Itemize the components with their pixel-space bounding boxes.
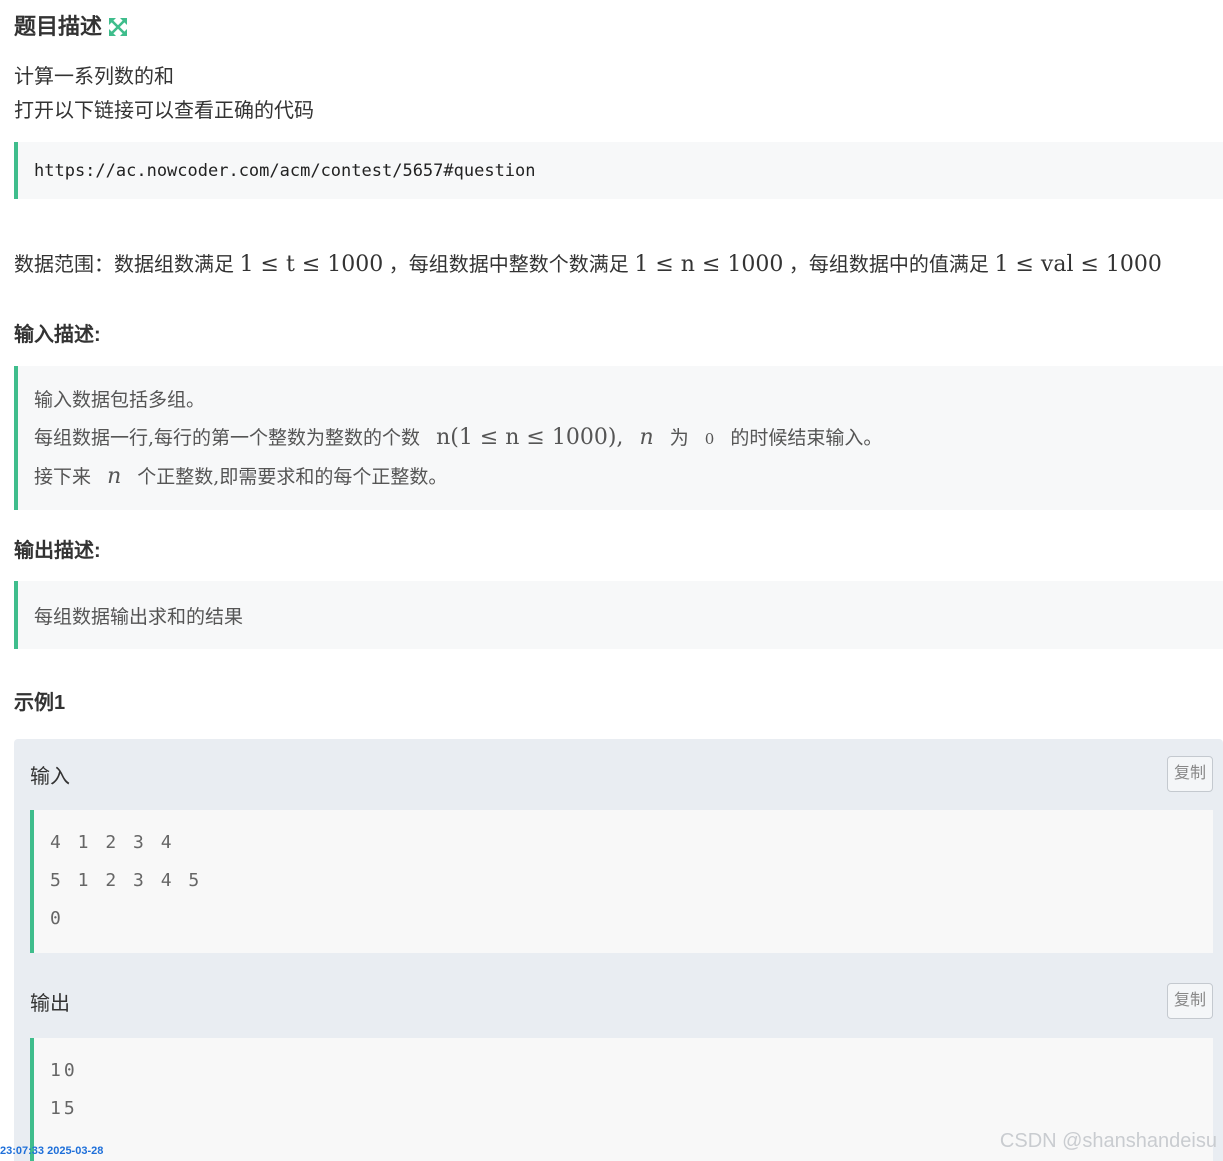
example-box: 输入 复制 4 1 2 3 4 5 1 2 3 4 5 0 输出 复制 10 1…	[14, 739, 1223, 1161]
n-constraint: 1 ≤ n ≤ 1000	[634, 252, 784, 277]
n-math: n	[639, 425, 654, 450]
range-mid2: ，每组数据中的值满足	[788, 254, 989, 276]
input-desc-line3-prefix: 接下来	[34, 466, 92, 488]
page-title: 题目描述	[14, 14, 103, 39]
problem-page: 题目描述 计算一系列数的和 打开以下链接可以查看正确的代码 https://ac…	[14, 0, 1223, 1161]
input-desc-line2-mid: 为	[669, 427, 689, 449]
example-input-header: 输入 复制	[30, 754, 1213, 794]
example-output-label: 输出	[30, 992, 70, 1015]
range-prefix: 数据范围：数据组数满足	[14, 254, 234, 276]
code-url[interactable]: https://ac.nowcoder.com/acm/contest/5657…	[34, 161, 536, 181]
code-line: 5 1 2 3 4 5	[50, 870, 203, 891]
n-range-math: n(1 ≤ n ≤ 1000),	[436, 425, 624, 450]
zero-math: 0	[704, 430, 715, 448]
t-constraint: 1 ≤ t ≤ 1000	[239, 252, 384, 277]
title-row: 题目描述	[14, 12, 128, 42]
input-desc-line1: 输入数据包括多组。	[34, 389, 206, 411]
val-constraint: 1 ≤ val ≤ 1000	[994, 252, 1162, 277]
code-line: 15	[50, 1098, 78, 1119]
input-desc-line2: 每组数据一行,每行的第一个整数为整数的个数 n(1 ≤ n ≤ 1000), n…	[34, 419, 1207, 458]
copy-input-button[interactable]: 复制	[1166, 756, 1213, 792]
input-desc-line3-suffix: 个正整数,即需要求和的每个正整数。	[137, 466, 448, 488]
example-input-code[interactable]: 4 1 2 3 4 5 1 2 3 4 5 0	[30, 810, 1213, 953]
description-line: 计算一系列数的和	[14, 66, 174, 88]
input-desc-line2-suffix: 的时候结束输入。	[730, 427, 883, 449]
input-desc-line2-prefix: 每组数据一行,每行的第一个整数为整数的个数	[34, 427, 421, 449]
n-math: n	[107, 464, 122, 489]
code-line: 4 1 2 3 4	[50, 832, 175, 853]
problem-description: 计算一系列数的和 打开以下链接可以查看正确的代码	[14, 60, 314, 128]
timestamp: 23:07:33 2025-03-28	[0, 1145, 104, 1157]
example-input-label: 输入	[30, 765, 70, 788]
url-blockquote: https://ac.nowcoder.com/acm/contest/5657…	[14, 142, 1223, 199]
copy-output-button[interactable]: 复制	[1166, 983, 1213, 1019]
example-output-header: 输出 复制	[30, 981, 1213, 1021]
range-mid1: ，每组数据中整数个数满足	[388, 254, 629, 276]
input-desc-label: 输入描述:	[14, 324, 101, 346]
data-range: 数据范围：数据组数满足 1 ≤ t ≤ 1000 ，每组数据中整数个数满足 1 …	[14, 248, 1162, 282]
output-desc-blockquote: 每组数据输出求和的结果	[14, 581, 1223, 649]
output-desc-label: 输出描述:	[14, 540, 101, 562]
example-label: 示例1	[14, 692, 66, 714]
output-desc-line1: 每组数据输出求和的结果	[34, 605, 244, 628]
code-line: 0	[50, 908, 64, 929]
input-desc-blockquote: 输入数据包括多组。 每组数据一行,每行的第一个整数为整数的个数 n(1 ≤ n …	[14, 366, 1223, 510]
expand-icon[interactable]	[108, 17, 128, 37]
description-line: 打开以下链接可以查看正确的代码	[14, 100, 314, 122]
input-desc-line3: 接下来 n 个正整数,即需要求和的每个正整数。	[34, 458, 1207, 496]
code-line: 10	[50, 1060, 78, 1081]
watermark: CSDN @shanshandeisu	[999, 1130, 1217, 1152]
